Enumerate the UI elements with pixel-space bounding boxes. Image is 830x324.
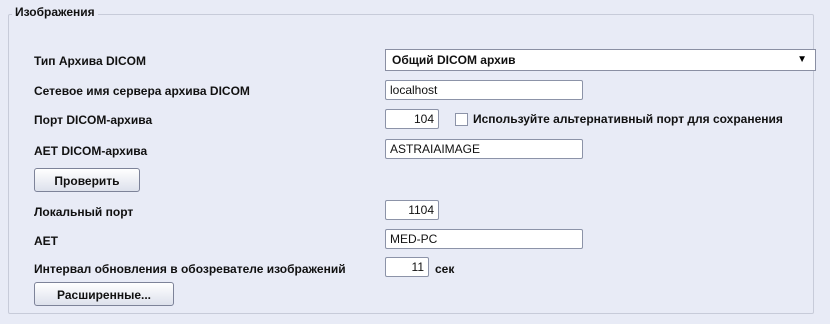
chevron-down-icon[interactable]: ▼ [797, 54, 807, 65]
refresh-interval-input[interactable]: 11 [385, 257, 429, 277]
refresh-interval-unit: сек [435, 262, 455, 276]
archive-port-input[interactable]: 104 [385, 109, 439, 129]
archive-aet-input[interactable]: ASTRAIAIMAGE [385, 139, 583, 159]
alt-port-checkbox-label[interactable]: Используйте альтернативный порт для сохр… [473, 112, 783, 126]
refresh-interval-label: Интервал обновления в обозревателе изобр… [34, 262, 346, 276]
archive-aet-label: AET DICOM-архива [34, 144, 148, 158]
alt-port-checkbox[interactable] [455, 113, 468, 126]
local-port-input[interactable]: 1104 [385, 200, 439, 220]
advanced-button[interactable]: Расширенные... [34, 282, 174, 306]
archive-type-label: Тип Архива DICOM [34, 54, 146, 68]
aet-input[interactable]: MED-PC [385, 229, 583, 249]
local-port-label: Локальный порт [34, 205, 134, 219]
archive-port-label: Порт DICOM-архива [34, 113, 153, 127]
archive-type-selected: Общий DICOM архив [392, 53, 516, 67]
server-name-input[interactable]: localhost [385, 80, 583, 100]
archive-type-dropdown[interactable]: Общий DICOM архив ▼ [385, 49, 816, 71]
group-title: Изображения [12, 5, 98, 19]
server-name-label: Сетевое имя сервера архива DICOM [34, 84, 250, 98]
verify-button[interactable]: Проверить [34, 168, 140, 192]
aet-label: AET [34, 234, 58, 248]
